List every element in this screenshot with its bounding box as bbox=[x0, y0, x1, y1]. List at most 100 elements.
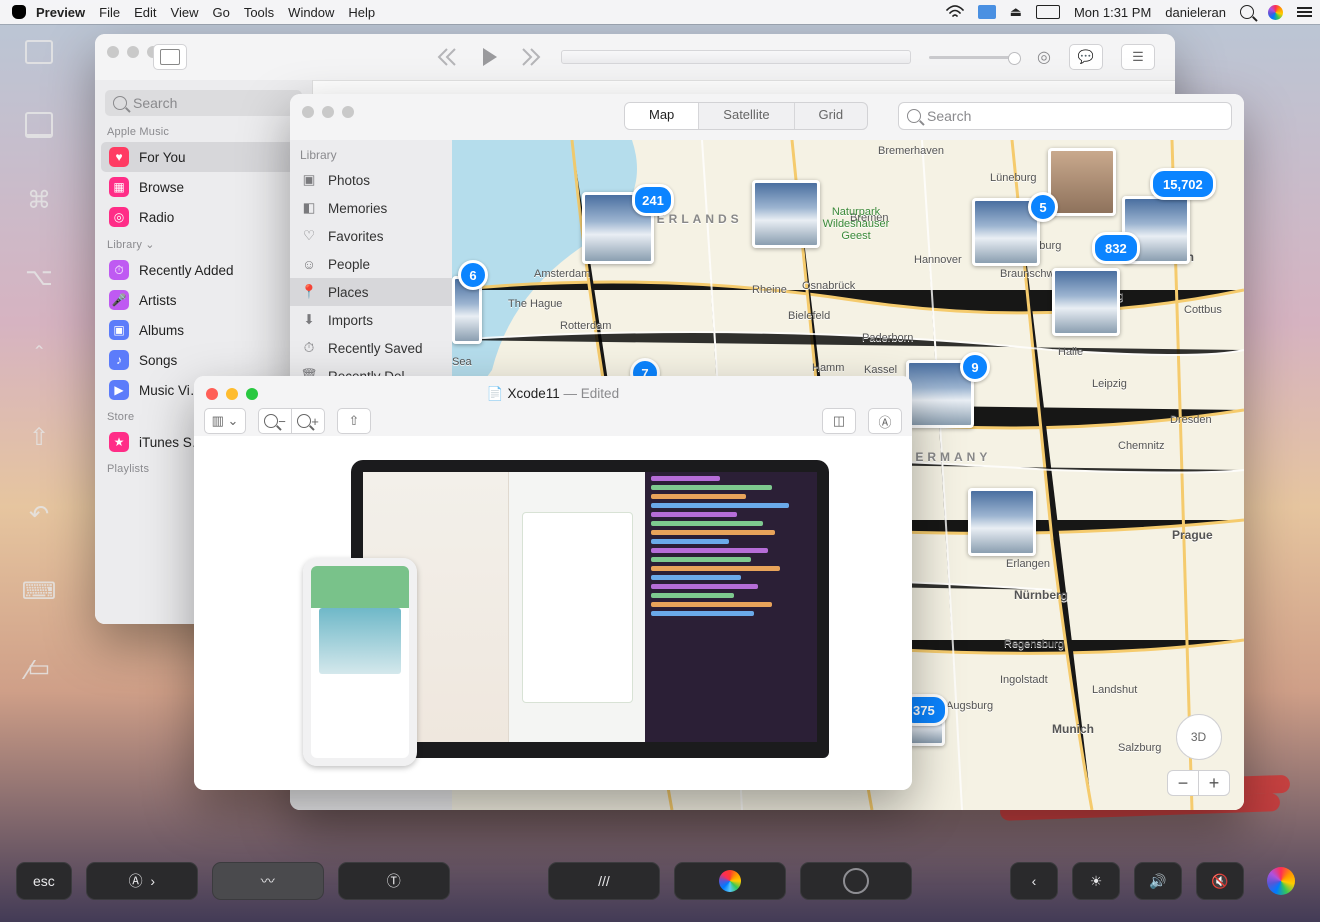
undo-icon[interactable]: ↶ bbox=[29, 500, 49, 529]
menu-help[interactable]: Help bbox=[348, 5, 375, 20]
minimize-button[interactable] bbox=[322, 106, 334, 118]
menu-window[interactable]: Window bbox=[288, 5, 334, 20]
view-segmented[interactable]: Map Satellite Grid bbox=[624, 102, 868, 130]
zoom-button[interactable] bbox=[342, 106, 354, 118]
sidebar-imports[interactable]: ⬇Imports bbox=[290, 306, 452, 334]
sidebar-favorites[interactable]: ♡Favorites bbox=[290, 222, 452, 250]
sidebar-places[interactable]: 📍Places bbox=[290, 278, 452, 306]
pin-15702[interactable]: 15,702 bbox=[1150, 168, 1216, 200]
sidebar-for-you[interactable]: ♥For You bbox=[101, 142, 306, 172]
sidecar-send-icon[interactable] bbox=[25, 112, 53, 138]
sidebar-people[interactable]: ☺People bbox=[290, 250, 452, 278]
photo-thumb[interactable] bbox=[752, 180, 820, 248]
sidecar-display-icon[interactable] bbox=[25, 40, 53, 64]
minimize-button[interactable] bbox=[226, 388, 238, 400]
lyrics-button[interactable]: 💬 bbox=[1069, 44, 1103, 70]
search-placeholder: Search bbox=[133, 95, 177, 111]
wifi-icon[interactable] bbox=[946, 5, 964, 19]
sidebar-artists[interactable]: 🎤Artists bbox=[101, 285, 306, 315]
menu-file[interactable]: File bbox=[99, 5, 120, 20]
close-button[interactable] bbox=[206, 388, 218, 400]
volume-slider[interactable] bbox=[929, 56, 1019, 59]
pin-832[interactable]: 832 bbox=[1092, 232, 1140, 264]
pin-5[interactable]: 5 bbox=[1028, 192, 1058, 222]
section-library[interactable]: Library ⌄ bbox=[107, 238, 300, 251]
user-menu[interactable]: danieleran bbox=[1165, 5, 1226, 20]
app-menu[interactable]: Preview bbox=[36, 5, 85, 20]
highlight-button[interactable]: ◫ bbox=[822, 408, 856, 434]
control-key-icon[interactable]: ＾ bbox=[27, 340, 51, 375]
preview-titlebar[interactable]: 📄 Xcode11 — Edited ▥ ⌄ − + ⇧ ◫ Ⓐ bbox=[194, 376, 912, 437]
pin-9[interactable]: 9 bbox=[960, 352, 990, 382]
sidebar-toggle[interactable]: ▥ ⌄ bbox=[204, 408, 246, 434]
preview-canvas[interactable] bbox=[194, 436, 912, 790]
prev-button[interactable] bbox=[435, 45, 459, 69]
zoom-button[interactable] bbox=[246, 388, 258, 400]
back-key[interactable]: ‹ bbox=[1010, 862, 1058, 900]
option-key-icon[interactable]: ⌥ bbox=[25, 263, 53, 292]
keyboard-icon[interactable]: ⌨︎ bbox=[22, 577, 57, 606]
markup-button[interactable]: Ⓐ bbox=[868, 408, 902, 434]
sidebar-recent[interactable]: ⏱Recently Added bbox=[101, 255, 306, 285]
zoom-out-button[interactable]: − bbox=[1168, 771, 1199, 795]
sidebar-memories[interactable]: ◧Memories bbox=[290, 194, 452, 222]
zoom-in-button[interactable]: + bbox=[292, 408, 325, 434]
menu-go[interactable]: Go bbox=[212, 5, 229, 20]
close-button[interactable] bbox=[302, 106, 314, 118]
fill-key[interactable] bbox=[800, 862, 912, 900]
seg-grid[interactable]: Grid bbox=[795, 103, 868, 129]
clock[interactable]: Mon 1:31 PM bbox=[1074, 5, 1151, 20]
pin-241[interactable]: 241 bbox=[632, 184, 674, 216]
draw-key[interactable]: 〰︎ bbox=[212, 862, 324, 900]
siri-icon[interactable] bbox=[1268, 5, 1283, 20]
sidecar-icon[interactable] bbox=[978, 5, 996, 19]
label: Radio bbox=[139, 210, 174, 225]
siri-key[interactable] bbox=[1258, 863, 1304, 899]
pin-6[interactable]: 6 bbox=[458, 260, 488, 290]
sidebar-recently-saved[interactable]: ⏱Recently Saved bbox=[290, 334, 452, 362]
eject-icon[interactable]: ⏏︎ bbox=[1010, 4, 1022, 20]
play-button[interactable] bbox=[477, 45, 501, 69]
text-key[interactable]: Ⓣ bbox=[338, 862, 450, 900]
city-hannover: Hannover bbox=[914, 254, 962, 266]
notification-center-icon[interactable] bbox=[1297, 7, 1312, 18]
share-button[interactable]: ⇧ bbox=[337, 408, 371, 434]
color-key[interactable] bbox=[674, 862, 786, 900]
seg-map[interactable]: Map bbox=[625, 103, 699, 129]
disconnect-icon[interactable]: ▭⁄ bbox=[28, 654, 51, 683]
mute-key[interactable]: 🔇 bbox=[1196, 862, 1244, 900]
photo-thumb[interactable] bbox=[968, 488, 1036, 556]
miniplayer-icon[interactable] bbox=[153, 44, 187, 70]
next-button[interactable] bbox=[519, 45, 543, 69]
queue-button[interactable]: ☰ bbox=[1121, 44, 1155, 70]
sidebar-browse[interactable]: ▦Browse bbox=[101, 172, 306, 202]
battery-icon[interactable] bbox=[1036, 5, 1060, 19]
shift-key-icon[interactable]: ⇧ bbox=[29, 423, 49, 452]
command-key-icon[interactable]: ⌘ bbox=[27, 186, 51, 215]
zoom-in-button[interactable]: + bbox=[1199, 771, 1229, 795]
spotlight-icon[interactable] bbox=[1240, 5, 1254, 19]
menu-tools[interactable]: Tools bbox=[244, 5, 274, 20]
photo-thumb[interactable] bbox=[1052, 268, 1120, 336]
apple-menu-icon[interactable] bbox=[12, 5, 26, 19]
seg-satellite[interactable]: Satellite bbox=[699, 103, 794, 129]
airplay-icon[interactable]: ◎ bbox=[1037, 47, 1051, 67]
esc-key[interactable]: esc bbox=[16, 862, 72, 900]
stroke-key[interactable]: /// bbox=[548, 862, 660, 900]
photo-thumb-face[interactable] bbox=[1048, 148, 1116, 216]
music-search[interactable]: Search bbox=[105, 90, 302, 116]
sidebar-photos[interactable]: ▣Photos bbox=[290, 166, 452, 194]
volume-key[interactable]: 🔊 bbox=[1134, 862, 1182, 900]
close-button[interactable] bbox=[107, 46, 119, 58]
minimize-button[interactable] bbox=[127, 46, 139, 58]
menu-view[interactable]: View bbox=[171, 5, 199, 20]
menu-edit[interactable]: Edit bbox=[134, 5, 156, 20]
brightness-key[interactable]: ☀︎ bbox=[1072, 862, 1120, 900]
compass-3d[interactable]: 3D bbox=[1176, 714, 1222, 760]
zoom-out-button[interactable]: − bbox=[258, 408, 292, 434]
sidebar-albums[interactable]: ▣Albums bbox=[101, 315, 306, 345]
sidebar-songs[interactable]: ♪Songs bbox=[101, 345, 306, 375]
sidebar-radio[interactable]: ◎Radio bbox=[101, 202, 306, 232]
markup-key[interactable]: Ⓐ › bbox=[86, 862, 198, 900]
photos-search[interactable]: Search bbox=[898, 102, 1232, 130]
